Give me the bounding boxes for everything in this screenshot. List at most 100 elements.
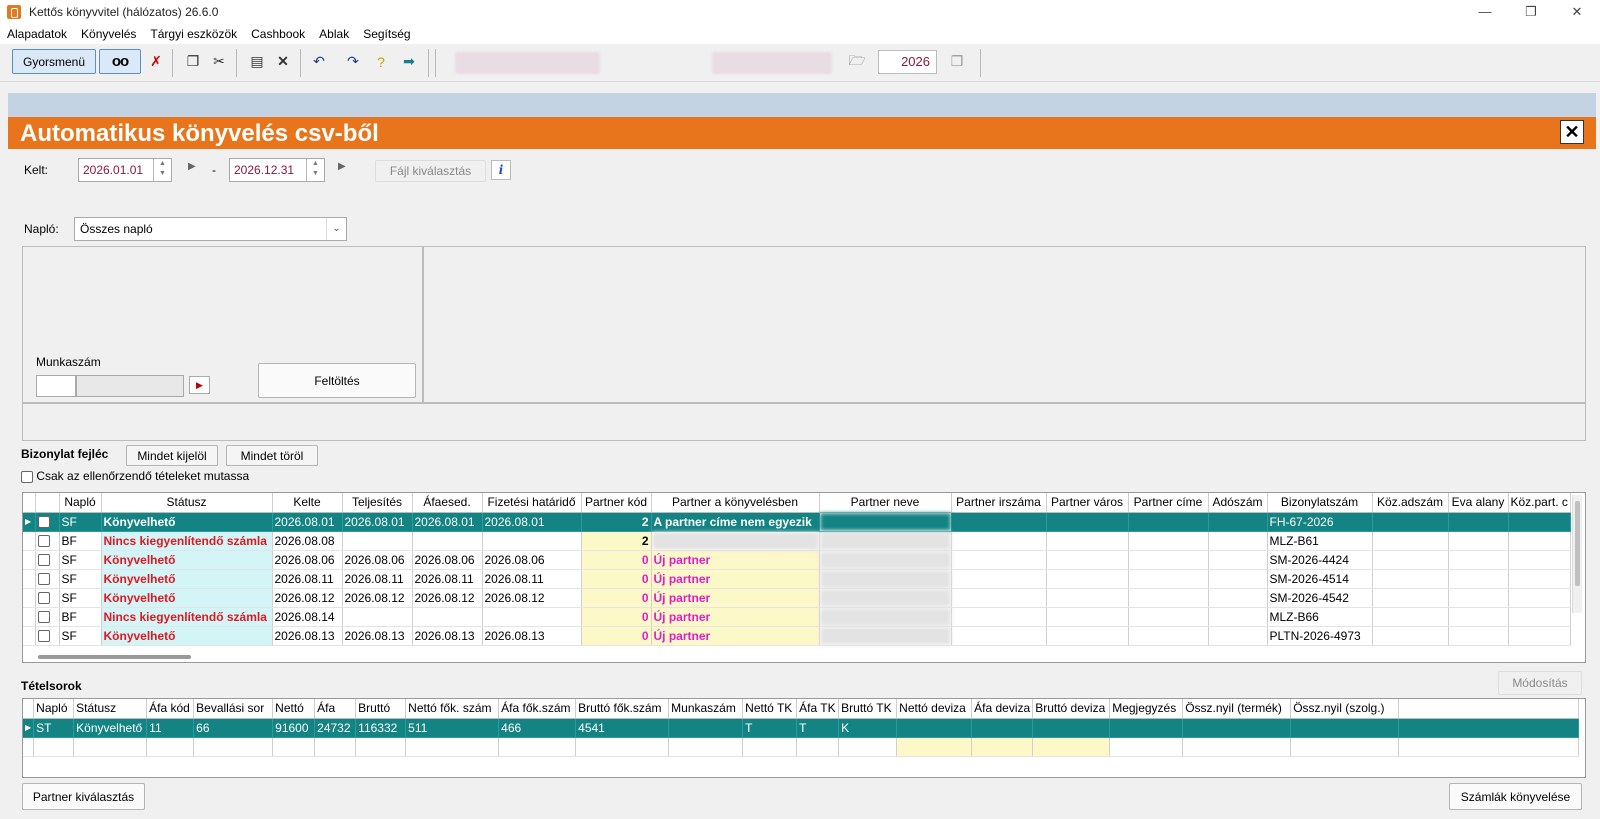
menu-ablak[interactable]: Ablak bbox=[319, 27, 349, 41]
row-checkbox-cell[interactable] bbox=[35, 512, 60, 532]
col-brutto[interactable]: Bruttó bbox=[355, 699, 407, 719]
munkaszam-input[interactable] bbox=[36, 375, 76, 397]
table-row[interactable]: ▶ SF Könyvelhető 2026.08.01 2026.08.01 2… bbox=[23, 512, 1571, 532]
col-partner-cime[interactable]: Partner címe bbox=[1128, 493, 1209, 513]
person-cross-icon[interactable]: ✗ bbox=[145, 49, 167, 74]
paste-icon[interactable]: ▤ bbox=[246, 49, 268, 74]
date-from-arrow-icon[interactable]: ▶ bbox=[188, 161, 196, 172]
naplo-select[interactable]: Összes napló ⌄ bbox=[74, 217, 347, 241]
menu-segitseg[interactable]: Segítség bbox=[363, 27, 410, 41]
col-kelte[interactable]: Kelte bbox=[272, 493, 343, 513]
folder-open-icon[interactable]: 🗁 bbox=[846, 49, 868, 74]
post-invoices-button[interactable]: Számlák könyvelése bbox=[1449, 783, 1582, 810]
row-checkbox-cell[interactable] bbox=[35, 626, 60, 646]
col-megjegyzes[interactable]: Megjegyzés bbox=[1109, 699, 1184, 719]
col-naplo[interactable]: Napló bbox=[59, 493, 102, 513]
table-row[interactable]: SF Könyvelhető 2026.08.13 2026.08.13 202… bbox=[23, 626, 1571, 646]
undo-icon[interactable]: ↶ bbox=[308, 49, 330, 74]
col-netto-tk[interactable]: Nettó TK bbox=[742, 699, 798, 719]
munkaszam-arrow-icon[interactable]: ▶ bbox=[189, 376, 210, 394]
col-afaesed[interactable]: Áfaesed. bbox=[412, 493, 483, 513]
col-fizetesi-hatarido[interactable]: Fizetési határidő bbox=[482, 493, 582, 513]
modify-button[interactable]: Módosítás bbox=[1498, 671, 1582, 695]
date-to-spinner[interactable]: ▲ ▼ bbox=[306, 159, 324, 181]
select-all-button[interactable]: Mindet kijelöl bbox=[126, 445, 218, 466]
header-grid-scrollbar[interactable] bbox=[1572, 495, 1582, 613]
table-row[interactable]: BF Nincs kiegyenlítendő számla 2026.08.1… bbox=[23, 607, 1571, 627]
col-brutto-fok[interactable]: Bruttó fők.szám bbox=[575, 699, 670, 719]
partner-select-button[interactable]: Partner kiválasztás bbox=[22, 783, 145, 810]
row-checkbox[interactable] bbox=[37, 554, 50, 567]
help-icon[interactable]: ? bbox=[370, 49, 392, 74]
table-row-empty[interactable] bbox=[23, 737, 1580, 757]
col-ossznyil-termek[interactable]: Össz.nyil (termék) bbox=[1182, 699, 1292, 719]
row-checkbox-cell[interactable] bbox=[35, 550, 60, 570]
table-row[interactable]: ▶ ST Könyvelhető 11 66 91600 24732 11633… bbox=[23, 718, 1580, 738]
row-checkbox-cell[interactable] bbox=[35, 588, 60, 608]
cut-icon[interactable]: ✂ bbox=[208, 49, 230, 74]
file-select-button[interactable]: Fájl kiválasztás bbox=[375, 160, 486, 182]
col-netto-deviza[interactable]: Nettó deviza bbox=[896, 699, 973, 719]
table-row[interactable]: SF Könyvelhető 2026.08.12 2026.08.12 202… bbox=[23, 588, 1571, 608]
date-from-field[interactable]: 2026.01.01 ▲ ▼ bbox=[78, 158, 172, 182]
col-brutto-tk[interactable]: Bruttó TK bbox=[838, 699, 898, 719]
date-from-spinner[interactable]: ▲ ▼ bbox=[153, 159, 171, 181]
copy-year-icon[interactable]: ❐ bbox=[946, 49, 968, 74]
date-to-field[interactable]: 2026.12.31 ▲ ▼ bbox=[229, 158, 325, 182]
col-afa-kod[interactable]: Áfa kód bbox=[146, 699, 195, 719]
col-munkaszam[interactable]: Munkaszám bbox=[668, 699, 744, 719]
row-checkbox[interactable] bbox=[37, 630, 50, 643]
restore-icon[interactable]: ❐ bbox=[1508, 0, 1554, 24]
col-naplo[interactable]: Napló bbox=[33, 699, 75, 719]
col-bizonylatszam[interactable]: Bizonylatszám bbox=[1267, 493, 1373, 513]
row-checkbox-cell[interactable] bbox=[35, 569, 60, 589]
header-grid-hscrollbar[interactable] bbox=[38, 655, 191, 659]
table-row[interactable]: SF Könyvelhető 2026.08.06 2026.08.06 202… bbox=[23, 550, 1571, 570]
row-checkbox-cell[interactable] bbox=[35, 531, 60, 551]
menu-konyveles[interactable]: Könyvelés bbox=[81, 27, 136, 41]
close-form-icon[interactable]: ✕ bbox=[1560, 120, 1584, 144]
col-koz-part[interactable]: Köz.part. c bbox=[1508, 493, 1571, 513]
col-adoszam[interactable]: Adószám bbox=[1208, 493, 1268, 513]
close-window-icon[interactable]: ✕ bbox=[1554, 0, 1600, 24]
col-koz-adszam[interactable]: Köz.adszám bbox=[1372, 493, 1449, 513]
col-ossznyil-szolg[interactable]: Össz.nyil (szolg.) bbox=[1290, 699, 1400, 719]
year-field[interactable]: 2026 bbox=[878, 50, 937, 74]
redo-icon[interactable]: ↷ bbox=[342, 49, 364, 74]
exit-icon[interactable]: ➡ bbox=[398, 49, 420, 74]
table-row[interactable]: SF Könyvelhető 2026.08.11 2026.08.11 202… bbox=[23, 569, 1571, 589]
menu-cashbook[interactable]: Cashbook bbox=[251, 27, 305, 41]
row-checkbox[interactable] bbox=[37, 611, 50, 624]
quick-menu-button[interactable]: Gyorsmenü bbox=[12, 49, 96, 74]
col-afa-fok[interactable]: Áfa fők.szám bbox=[498, 699, 577, 719]
menu-alapadatok[interactable]: Alapadatok bbox=[7, 27, 67, 41]
row-checkbox[interactable] bbox=[37, 535, 50, 548]
check-only-row[interactable]: Csak az ellenőrzendő tételeket mutassa bbox=[21, 469, 249, 483]
col-afa[interactable]: Áfa bbox=[314, 699, 357, 719]
col-teljesites[interactable]: Teljesítés bbox=[342, 493, 413, 513]
col-partner-varos[interactable]: Partner város bbox=[1046, 493, 1129, 513]
col-brutto-deviza[interactable]: Bruttó deviza bbox=[1032, 699, 1111, 719]
col-partner-kod[interactable]: Partner kód bbox=[581, 493, 652, 513]
table-row[interactable]: BF Nincs kiegyenlítendő számla 2026.08.0… bbox=[23, 531, 1571, 551]
col-netto[interactable]: Nettó bbox=[272, 699, 316, 719]
date-to-arrow-icon[interactable]: ▶ bbox=[338, 161, 346, 172]
minimize-icon[interactable]: — bbox=[1462, 0, 1508, 24]
col-partner-irszama[interactable]: Partner irszáma bbox=[951, 493, 1047, 513]
col-netto-fok[interactable]: Nettó fők. szám bbox=[405, 699, 500, 719]
info-icon[interactable]: i bbox=[491, 160, 511, 180]
row-checkbox[interactable] bbox=[37, 573, 50, 586]
col-afa-tk[interactable]: Áfa TK bbox=[796, 699, 840, 719]
row-checkbox[interactable] bbox=[37, 516, 50, 529]
menu-targyi-eszkozok[interactable]: Tárgyi eszközök bbox=[150, 27, 237, 41]
col-partner-neve[interactable]: Partner neve bbox=[819, 493, 952, 513]
col-eva-alany[interactable]: Eva alany bbox=[1448, 493, 1509, 513]
chevron-down-icon[interactable]: ⌄ bbox=[326, 218, 346, 240]
upload-button[interactable]: Feltöltés bbox=[258, 363, 416, 398]
col-status[interactable]: Státusz bbox=[101, 493, 273, 513]
col-status[interactable]: Státusz bbox=[73, 699, 148, 719]
col-afa-deviza[interactable]: Áfa deviza bbox=[971, 699, 1034, 719]
col-partner-konyvelesben[interactable]: Partner a könyvelésben bbox=[651, 493, 820, 513]
col-bevallasi-sor[interactable]: Bevallási sor bbox=[193, 699, 274, 719]
delete-icon[interactable]: ✕ bbox=[272, 49, 294, 74]
